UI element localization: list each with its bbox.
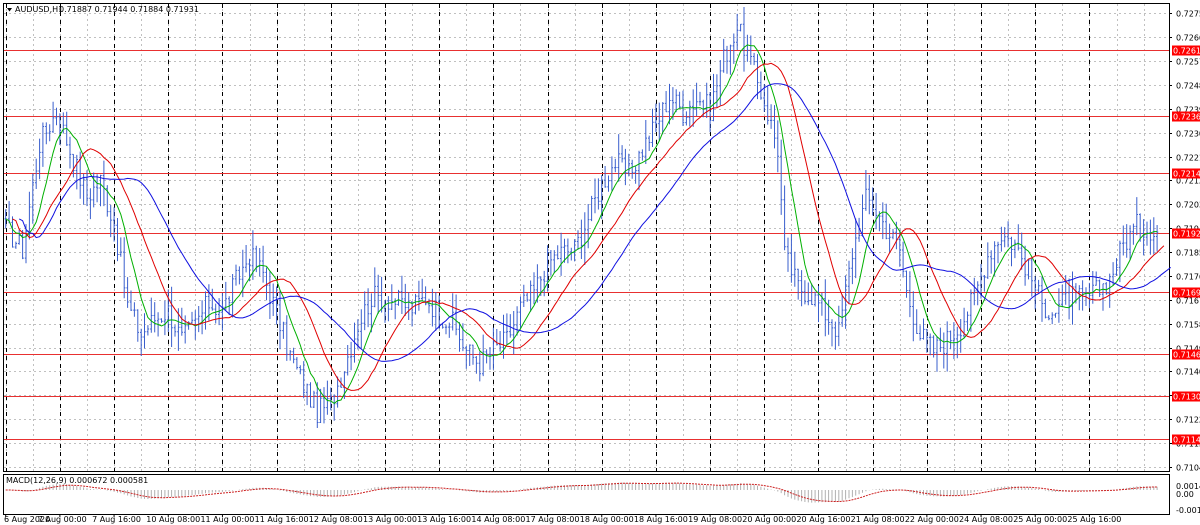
symbol-timeframe: AUDUSD,H1 [15,5,63,14]
price-tick-label: 0.72480 [1176,82,1200,91]
symbol-menu-triangle-icon[interactable] [7,8,12,12]
level-tag-text: 0.72611 [1173,47,1200,56]
time-tick-label: 18 Aug 16:00 [634,515,688,524]
price-tick-label: 0.71850 [1176,249,1200,258]
level-tag-text: 0.71144 [1173,436,1200,445]
time-tick-label: 10 Aug 08:00 [146,515,200,524]
price-tick-label: 0.72570 [1176,58,1200,67]
time-tick-label: 21 Aug 08:00 [851,515,905,524]
time-tick-label: 20 Aug 16:00 [796,515,850,524]
time-tick-label: 7 Aug 00:00 [38,515,87,524]
time-tick-label: 11 Aug 00:00 [200,515,254,524]
time-tick-label: 14 Aug 08:00 [471,515,525,524]
time-tick-label: 17 Aug 08:00 [526,515,580,524]
price-tick-label: 0.71760 [1176,273,1200,282]
macd-label: MACD(12,26,9) 0.000672 0.000581 [6,476,148,485]
time-tick-label: 25 Aug 16:00 [1067,515,1121,524]
main-pane-frame [3,3,1170,472]
time-tick-label: 12 Aug 08:00 [309,515,363,524]
level-tag-text: 0.71466 [1173,351,1200,360]
price-tick-label: 0.71670 [1176,297,1200,306]
time-tick-label: 18 Aug 00:00 [580,515,634,524]
time-axis: 6 Aug 20207 Aug 00:00 7 Aug 16:00 10 Aug 0… [4,514,1121,524]
grid [4,4,1169,471]
level-tag-text: 0.72363 [1173,113,1200,122]
macd-scale-label: 0.00 [1176,490,1194,499]
price-tick-label: 0.72660 [1176,34,1200,43]
level-tag-text: 0.71921 [1173,230,1200,239]
price-chart[interactable]: 0.727500.726600.725700.724800.723900.723… [0,0,1200,525]
price-tick-label: 0.71040 [1176,464,1200,473]
macd-indicator [5,482,1158,503]
time-tick-label: 25 Aug 00:00 [1013,515,1067,524]
price-bars [4,7,1159,428]
price-tick-label: 0.72750 [1176,10,1200,19]
time-tick-label: 13 Aug 16:00 [417,515,471,524]
price-tick-label: 0.72300 [1176,130,1200,139]
time-tick-label: 7 Aug 16:00 [92,515,141,524]
price-tick-label: 0.72030 [1176,201,1200,210]
price-tick-label: 0.72210 [1176,154,1200,163]
time-tick-label: 20 Aug 00:00 [742,515,796,524]
time-tick-label: 19 Aug 08:00 [688,515,742,524]
macd-scale-label: -0.001351 [1176,506,1200,515]
price-tick-label: 0.71580 [1176,321,1200,330]
time-tick-label: 13 Aug 00:00 [363,515,417,524]
level-tag-text: 0.71698 [1173,289,1200,298]
price-tick-label: 0.71400 [1176,368,1200,377]
time-tick-label: 24 Aug 08:00 [959,515,1013,524]
price-tick-label: 0.71220 [1176,416,1200,425]
level-tag-text: 0.72148 [1173,170,1200,179]
price-series [4,7,1159,428]
time-tick-label: 22 Aug 00:00 [905,515,959,524]
time-tick-label: 11 Aug 16:00 [255,515,309,524]
level-tag-text: 0.71308 [1173,393,1200,402]
ohlc-quote: 0.71887 0.71944 0.71884 0.71931 [59,5,199,14]
